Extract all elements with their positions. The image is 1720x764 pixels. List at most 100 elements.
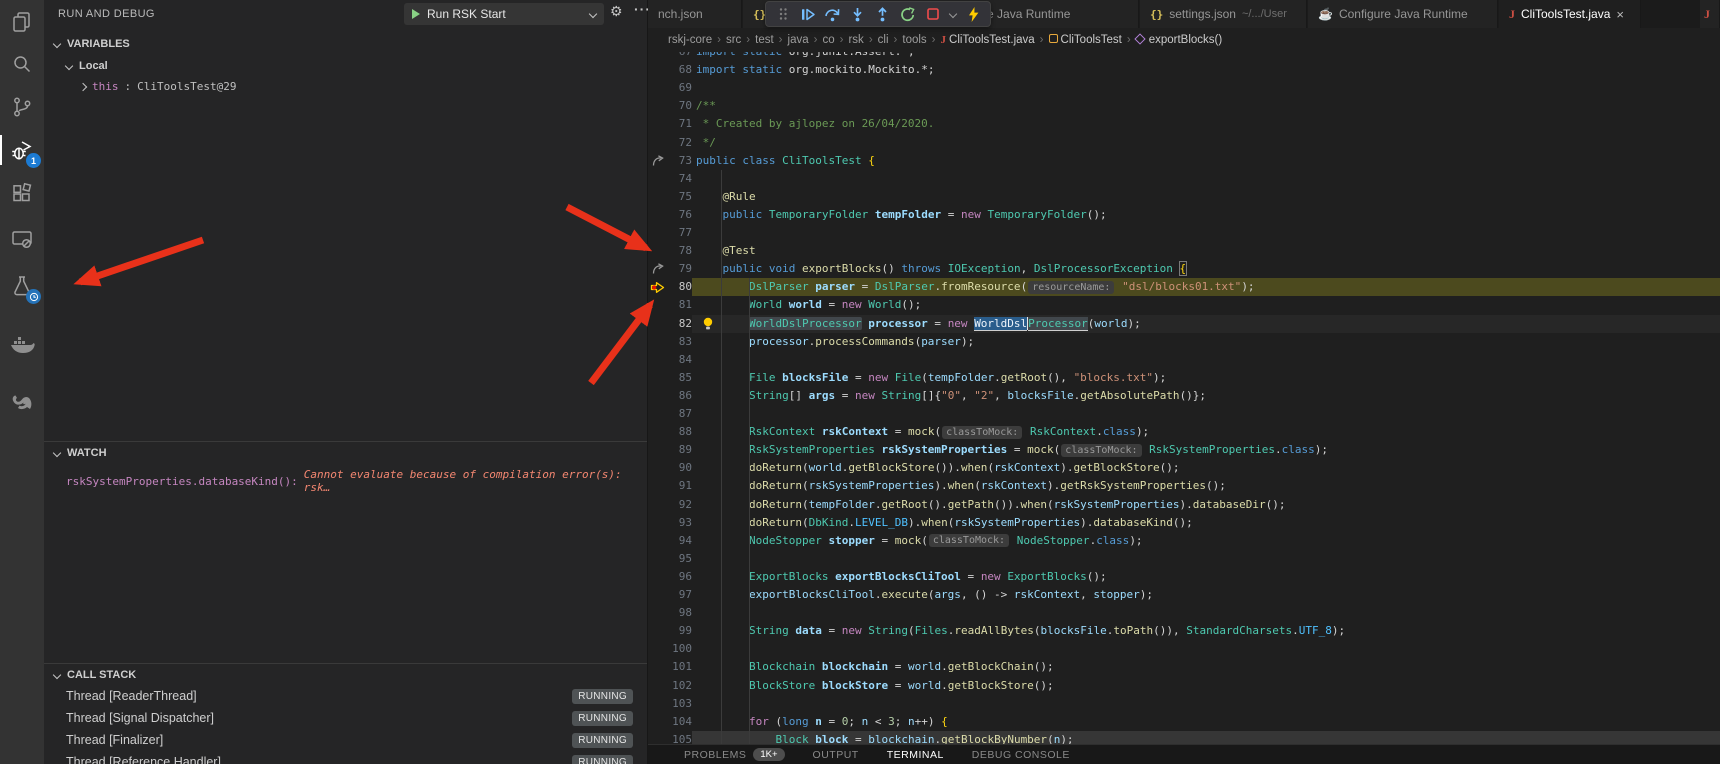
line-number[interactable]: 84 [666,351,692,369]
code-text[interactable] [692,351,1720,369]
fold-icon[interactable] [648,152,666,170]
gear-icon[interactable]: ⚙ [610,3,623,20]
breadcrumb-item[interactable]: test [755,34,774,46]
code-text[interactable]: NodeStopper stopper = mock(classToMock: … [692,532,1720,550]
glyph-margin[interactable] [648,695,666,713]
glyph-margin[interactable] [648,115,666,133]
tab-settings-json[interactable]: settings.json ~/.../User [1140,0,1307,28]
run-and-debug-icon[interactable]: 1 [0,130,44,170]
code-line-75[interactable]: 75 @Rule [648,188,1720,206]
line-number[interactable]: 80 [666,278,692,296]
code-text[interactable] [692,550,1720,568]
glyph-margin[interactable] [648,242,666,260]
line-number[interactable]: 75 [666,188,692,206]
code-text[interactable]: World world = new World(); [692,296,1720,314]
breadcrumb-item[interactable]: rsk [848,34,863,46]
line-number[interactable]: 88 [666,423,692,441]
line-number[interactable]: 70 [666,97,692,115]
line-number[interactable]: 98 [666,604,692,622]
line-number[interactable]: 103 [666,695,692,713]
line-number[interactable]: 69 [666,79,692,97]
glyph-margin[interactable] [648,351,666,369]
code-line-68[interactable]: 68import static org.mockito.Mockito.*; [648,61,1720,79]
glyph-margin[interactable] [648,622,666,640]
code-line-103[interactable]: 103 [648,695,1720,713]
code-text[interactable]: processor.processCommands(parser); [692,333,1720,351]
panel-tab-terminal[interactable]: TERMINAL [887,749,944,761]
fold-icon[interactable] [648,260,666,278]
line-number[interactable]: 100 [666,640,692,658]
call-stack-section-header[interactable]: CALL STACK [54,669,136,681]
glyph-margin[interactable] [648,206,666,224]
code-text[interactable] [692,604,1720,622]
code-text[interactable]: public TemporaryFolder tempFolder = new … [692,206,1720,224]
code-line-97[interactable]: 97 exportBlocksCliTool.execute(args, () … [648,586,1720,604]
code-text[interactable] [692,170,1720,188]
code-text[interactable]: String[] args = new String[]{"0", "2", b… [692,387,1720,405]
code-text[interactable]: for (long n = 0; n < 3; n++) { [692,713,1720,731]
line-number[interactable]: 74 [666,170,692,188]
line-number[interactable]: 77 [666,224,692,242]
glyph-margin[interactable] [648,514,666,532]
code-line-83[interactable]: 83 processor.processCommands(parser); [648,333,1720,351]
glyph-margin[interactable] [648,61,666,79]
code-text[interactable]: @Rule [692,188,1720,206]
glyph-margin[interactable] [648,496,666,514]
code-text[interactable]: DslParser parser = DslParser.fromResourc… [692,278,1720,296]
code-line-90[interactable]: 90 doReturn(world.getBlockStore()).when(… [648,459,1720,477]
code-line-81[interactable]: 81 World world = new World(); [648,296,1720,314]
code-text[interactable]: Blockchain blockchain = world.getBlockCh… [692,658,1720,676]
remote-explorer-icon[interactable] [0,219,44,259]
stop-button[interactable] [922,3,943,25]
code-text[interactable]: import static org.mockito.Mockito.*; [692,61,1720,79]
glyph-margin[interactable] [648,315,666,333]
code-text[interactable]: exportBlocksCliTool.execute(args, () -> … [692,586,1720,604]
continue-button[interactable] [797,3,818,25]
glyph-margin[interactable] [648,333,666,351]
call-stack-thread-row[interactable]: Thread [Signal Dispatcher]RUNNING [44,707,647,729]
gradle-icon[interactable] [0,385,44,425]
watch-expression-row[interactable]: rskSystemProperties.databaseKind(): Cann… [66,468,647,494]
code-line-99[interactable]: 99 String data = new String(Files.readAl… [648,622,1720,640]
code-line-85[interactable]: 85 File blocksFile = new File(tempFolder… [648,369,1720,387]
code-line-102[interactable]: 102 BlockStore blockStore = world.getBlo… [648,677,1720,695]
glyph-margin[interactable] [648,441,666,459]
breadcrumb-item[interactable]: CliToolsTest.java [941,34,1035,46]
code-text[interactable]: File blocksFile = new File(tempFolder.ge… [692,369,1720,387]
code-line-101[interactable]: 101 Blockchain blockchain = world.getBlo… [648,658,1720,676]
glyph-margin[interactable] [648,640,666,658]
code-line-93[interactable]: 93 doReturn(DbKind.LEVEL_DB).when(rskSys… [648,514,1720,532]
line-number[interactable]: 76 [666,206,692,224]
source-control-icon[interactable] [0,87,44,127]
breadcrumb-item[interactable]: cli [878,34,889,46]
code-line-73[interactable]: 73public class CliToolsTest { [648,152,1720,170]
line-number[interactable]: 81 [666,296,692,314]
glyph-margin[interactable] [648,188,666,206]
glyph-margin[interactable] [648,97,666,115]
code-line-69[interactable]: 69 [648,79,1720,97]
line-number[interactable]: 93 [666,514,692,532]
line-number[interactable]: 72 [666,134,692,152]
code-text[interactable]: String data = new String(Files.readAllBy… [692,622,1720,640]
glyph-margin[interactable] [648,677,666,695]
section-divider[interactable] [44,663,647,664]
line-number[interactable]: 91 [666,477,692,495]
line-number[interactable]: 71 [666,115,692,133]
code-text[interactable]: */ [692,134,1720,152]
step-out-button[interactable] [872,3,893,25]
section-divider[interactable] [44,441,647,442]
line-number[interactable]: 101 [666,658,692,676]
line-number[interactable]: 97 [666,586,692,604]
code-text[interactable]: WorldDslProcessor processor = new WorldD… [692,315,1720,333]
code-line-79[interactable]: 79 public void exportBlocks() throws IOE… [648,260,1720,278]
line-number[interactable]: 83 [666,333,692,351]
code-text[interactable]: RskContext rskContext = mock(classToMock… [692,423,1720,441]
code-text[interactable]: @Test [692,242,1720,260]
hot-code-replace-icon[interactable] [963,3,984,25]
breadcrumb-item[interactable]: co [822,34,834,46]
call-stack-thread-row[interactable]: Thread [ReaderThread]RUNNING [44,685,647,707]
code-line-94[interactable]: 94 NodeStopper stopper = mock(classToMoc… [648,532,1720,550]
panel-tab-debug-console[interactable]: DEBUG CONSOLE [972,749,1070,761]
glyph-margin[interactable] [648,713,666,731]
glyph-margin[interactable] [648,387,666,405]
